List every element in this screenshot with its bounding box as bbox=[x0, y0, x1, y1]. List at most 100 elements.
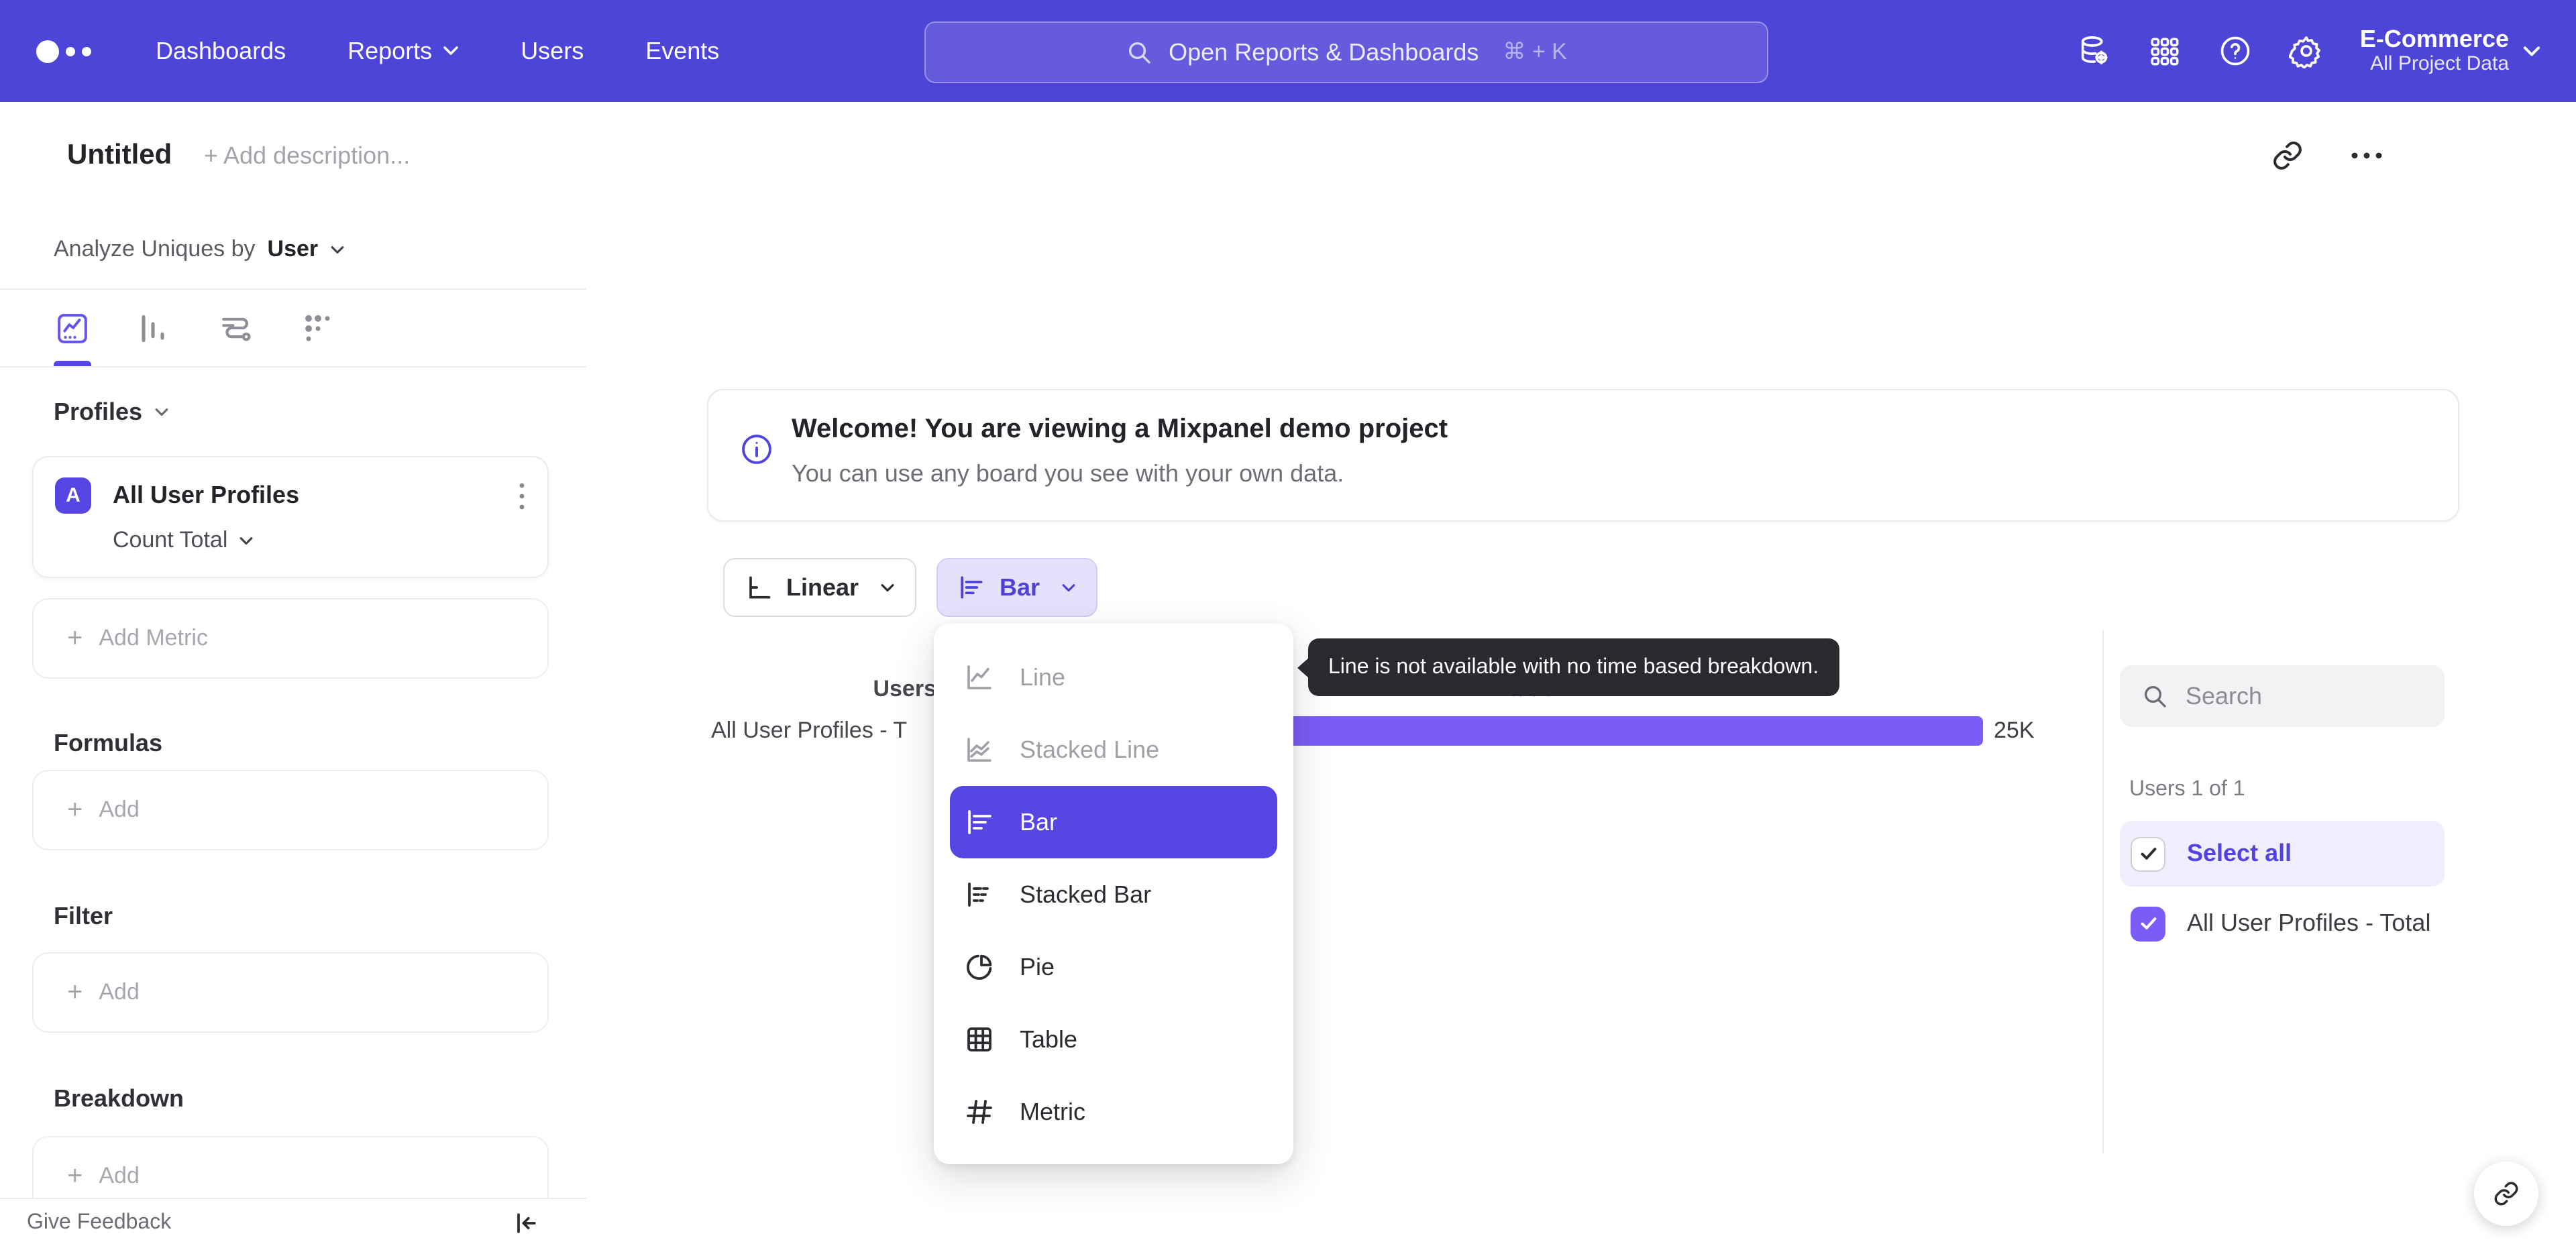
axis-icon bbox=[749, 576, 771, 599]
metric-card[interactable]: A All User Profiles Count Total bbox=[32, 456, 549, 578]
project-selector[interactable]: E-Commerce All Project Data bbox=[2360, 25, 2541, 76]
apps-grid-icon[interactable] bbox=[2148, 34, 2182, 68]
tab-funnels[interactable] bbox=[134, 310, 172, 347]
nav-item-label: Dashboards bbox=[156, 37, 286, 64]
menu-item-label: Line bbox=[1020, 663, 1066, 690]
profiles-label: Profiles bbox=[54, 398, 143, 425]
menu-item-label: Stacked Bar bbox=[1020, 881, 1152, 907]
stacked-bar-chart-icon bbox=[968, 883, 989, 907]
chevron-down-icon bbox=[239, 536, 252, 545]
builder-tabs bbox=[0, 288, 586, 367]
menu-item-line[interactable]: Line bbox=[934, 641, 1293, 714]
aggregation-value: Count Total bbox=[113, 527, 228, 553]
nav-item-label: Reports bbox=[347, 37, 433, 64]
nav-item-users[interactable]: Users bbox=[521, 37, 584, 65]
menu-item-label: Bar bbox=[1020, 808, 1058, 835]
tooltip-arrow bbox=[1297, 657, 1309, 679]
keyboard-shortcut-hint: ⌘ + K bbox=[1503, 39, 1567, 64]
global-search-placeholder: Open Reports & Dashboards bbox=[1169, 38, 1479, 65]
menu-item-label: Metric bbox=[1020, 1098, 1085, 1125]
chart-row-label: All User Profiles - T bbox=[711, 718, 908, 743]
menu-item-bar[interactable]: Bar bbox=[950, 786, 1277, 858]
banner-subtitle: You can use any board you see with your … bbox=[792, 460, 1344, 487]
nav-right-cluster: E-Commerce All Project Data bbox=[2077, 0, 2576, 102]
chart-column-users: Users bbox=[873, 676, 936, 701]
help-icon[interactable] bbox=[2218, 34, 2253, 68]
global-search-input[interactable]: Open Reports & Dashboards ⌘ + K bbox=[924, 21, 1768, 83]
more-options-icon[interactable] bbox=[2349, 150, 2384, 161]
legend-item-checkbox[interactable] bbox=[2131, 906, 2165, 941]
chart-type-label: Bar bbox=[1000, 573, 1040, 600]
metric-name[interactable]: All User Profiles bbox=[113, 481, 518, 510]
scale-selector-button[interactable]: Linear bbox=[723, 558, 916, 617]
hash-icon bbox=[967, 1100, 992, 1124]
info-icon bbox=[739, 432, 774, 467]
active-tab-indicator bbox=[54, 361, 91, 366]
plus-icon: + bbox=[67, 795, 83, 825]
menu-item-pie[interactable]: Pie bbox=[934, 931, 1293, 1003]
add-label: Add bbox=[99, 797, 140, 822]
query-builder-sidebar: Analyze Uniques by User Profiles A All U… bbox=[0, 209, 588, 1248]
profiles-section-header[interactable]: Profiles bbox=[54, 398, 169, 427]
chevron-down-icon bbox=[1062, 583, 1075, 591]
tab-flows[interactable] bbox=[217, 310, 255, 347]
report-title[interactable]: Untitled bbox=[67, 102, 172, 209]
formulas-label: Formulas bbox=[54, 730, 163, 756]
menu-item-label: Pie bbox=[1020, 953, 1055, 980]
table-icon bbox=[967, 1027, 991, 1052]
add-filter-button[interactable]: + Add bbox=[32, 952, 549, 1033]
filter-label: Filter bbox=[54, 903, 113, 929]
menu-item-stacked-line[interactable]: Stacked Line bbox=[934, 714, 1293, 786]
add-formula-button[interactable]: + Add bbox=[32, 770, 549, 850]
chart-type-button[interactable]: Bar bbox=[936, 558, 1097, 617]
collapse-sidebar-icon[interactable] bbox=[511, 1208, 541, 1237]
add-metric-button[interactable]: + Add Metric bbox=[32, 598, 549, 679]
menu-item-table[interactable]: Table bbox=[934, 1003, 1293, 1076]
nav-item-reports[interactable]: Reports bbox=[347, 37, 459, 65]
search-icon bbox=[1129, 42, 1150, 64]
nav-item-label: Users bbox=[521, 37, 584, 64]
menu-item-label: Stacked Line bbox=[1020, 736, 1160, 762]
data-management-icon[interactable] bbox=[2077, 34, 2112, 68]
scale-label: Linear bbox=[786, 573, 859, 600]
select-all-checkbox[interactable] bbox=[2131, 836, 2165, 871]
tab-insights[interactable] bbox=[54, 310, 91, 347]
chevron-down-icon bbox=[881, 583, 894, 591]
share-link-button[interactable] bbox=[2474, 1161, 2538, 1226]
settings-gear-icon[interactable] bbox=[2288, 34, 2324, 68]
nav-menu: Dashboards Reports Users Events bbox=[156, 37, 719, 65]
chevron-down-icon bbox=[155, 408, 168, 416]
legend-count: Users 1 of 1 bbox=[2129, 778, 2245, 801]
aggregation-dropdown[interactable]: Count Total bbox=[113, 527, 526, 554]
sidebar-footer: Give Feedback bbox=[0, 1197, 586, 1248]
give-feedback-link[interactable]: Give Feedback bbox=[27, 1198, 171, 1248]
legend-item-row[interactable]: All User Profiles - Total bbox=[2120, 905, 2445, 942]
menu-item-metric[interactable]: Metric bbox=[934, 1076, 1293, 1148]
tooltip-text: Line is not available with no time based… bbox=[1328, 656, 1819, 679]
bar-chart-icon bbox=[968, 810, 991, 834]
filter-section-header: Filter bbox=[54, 903, 113, 931]
nav-item-dashboards[interactable]: Dashboards bbox=[156, 37, 286, 65]
breakdown-section-header: Breakdown bbox=[54, 1085, 184, 1113]
copy-link-icon[interactable] bbox=[2271, 139, 2304, 172]
menu-item-stacked-bar[interactable]: Stacked Bar bbox=[934, 858, 1293, 931]
chart-bar-value: 25K bbox=[1994, 718, 2035, 743]
demo-banner: Welcome! You are viewing a Mixpanel demo… bbox=[707, 389, 2459, 522]
breakdown-label: Breakdown bbox=[54, 1085, 184, 1112]
plus-icon: + bbox=[67, 978, 83, 1007]
legend-divider bbox=[2102, 630, 2104, 1153]
chevron-down-icon bbox=[331, 245, 344, 253]
metric-more-icon[interactable] bbox=[518, 481, 526, 510]
tab-retention[interactable] bbox=[299, 310, 337, 347]
analyze-value-dropdown[interactable]: User bbox=[268, 236, 319, 263]
legend-search-input[interactable]: Search bbox=[2120, 665, 2445, 727]
select-all-row[interactable]: Select all bbox=[2120, 821, 2445, 887]
add-label: Add bbox=[99, 1163, 140, 1188]
add-description-button[interactable]: + Add description... bbox=[204, 102, 410, 209]
select-all-label: Select all bbox=[2187, 840, 2292, 866]
analyze-uniques-row: Analyze Uniques by User bbox=[54, 236, 345, 263]
report-canvas: Welcome! You are viewing a Mixpanel demo… bbox=[586, 209, 2576, 1248]
chevron-down-icon bbox=[443, 46, 458, 55]
mixpanel-logo-icon[interactable] bbox=[36, 40, 91, 62]
nav-item-events[interactable]: Events bbox=[645, 37, 719, 65]
